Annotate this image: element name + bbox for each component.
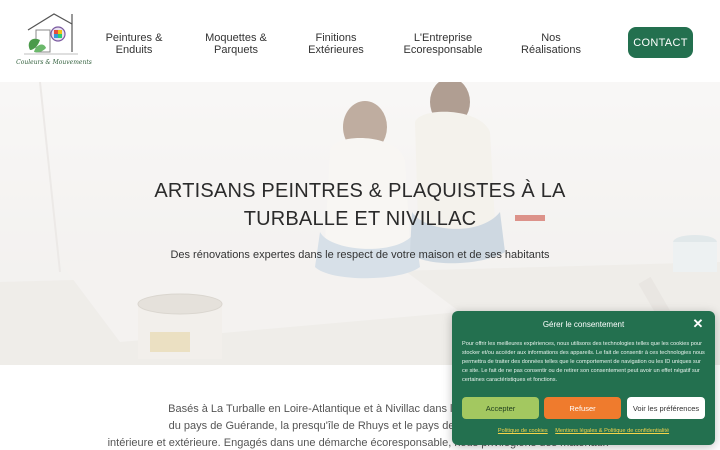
nav-label-line2: Réalisations (521, 44, 581, 56)
hero-title-line2: TURBALLE ET NIVILLAC (243, 208, 477, 230)
nav-label-line1: L'Entreprise (413, 32, 473, 44)
close-icon[interactable]: ✕ (692, 317, 704, 330)
nav-label-line1: Moquettes & (205, 32, 267, 44)
nav-item-peintures[interactable]: Peintures & Enduits (79, 32, 189, 56)
nav-item-entreprise[interactable]: L'Entreprise Ecoresponsable (388, 32, 498, 56)
cookie-links: Politique de cookies Mentions légales & … (452, 428, 715, 434)
nav-label-line1: Nos (541, 32, 561, 44)
legal-notice-link[interactable]: Mentions légales & Politique de confiden… (555, 428, 669, 434)
nav-item-realisations[interactable]: Nos Réalisations (496, 32, 606, 56)
nav-item-moquettes[interactable]: Moquettes & Parquets (181, 32, 291, 56)
refuse-button[interactable]: Refuser (544, 397, 621, 419)
logo-text: Couleurs & Mouvements (16, 59, 92, 66)
accept-button[interactable]: Accepter (462, 397, 539, 419)
hero-subtitle: Des rénovations expertes dans le respect… (170, 249, 550, 261)
preferences-button[interactable]: Voir les préférences (627, 397, 705, 419)
site-header: Couleurs & Mouvements Peintures & Enduit… (0, 0, 720, 82)
cookie-title: Gérer le consentement (542, 320, 625, 329)
nav-label-line1: Finitions (315, 32, 357, 44)
nav-item-finitions[interactable]: Finitions Extérieures (281, 32, 391, 56)
hero-title-line1: ARTISANS PEINTRES & PLAQUISTES À LA (154, 180, 566, 202)
hero-title: ARTISANS PEINTRES & PLAQUISTES À LA TURB… (100, 177, 620, 233)
nav-label-line1: Peintures & (105, 32, 163, 44)
nav-label-line2: Enduits (115, 44, 153, 56)
nav-label-line2: Extérieures (308, 44, 364, 56)
nav-label-line2: Parquets (213, 44, 259, 56)
cookie-consent-panel: Gérer le consentement ✕ Pour offrir les … (452, 311, 715, 445)
nav-label-line2: Ecoresponsable (403, 44, 483, 56)
contact-button[interactable]: CONTACT (628, 27, 693, 58)
cookie-policy-link[interactable]: Politique de cookies (498, 428, 548, 434)
cookie-description: Pour offrir les meilleures expériences, … (462, 341, 705, 383)
